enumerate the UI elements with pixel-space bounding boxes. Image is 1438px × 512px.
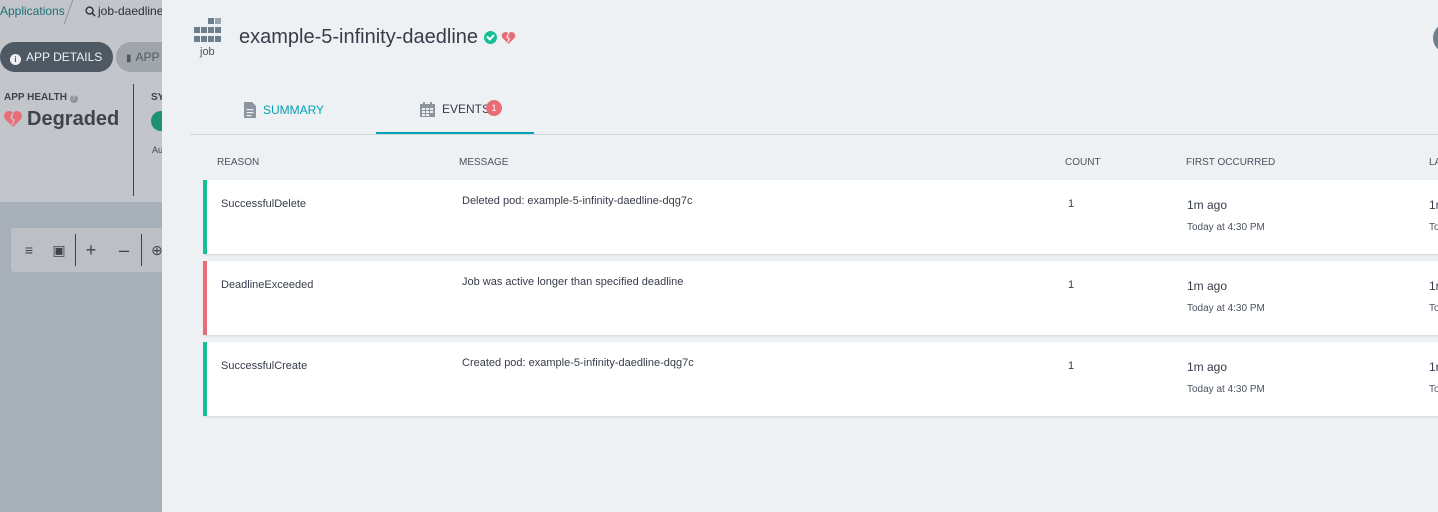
event-first-occurred: 1m ago — [1187, 360, 1228, 374]
job-icon — [194, 18, 221, 42]
event-first-occurred-time: Today at 4:30 PM — [1187, 303, 1265, 314]
event-row[interactable]: SuccessfulDelete Deleted pod: example-5-… — [203, 180, 1438, 254]
help-icon[interactable]: ? — [69, 95, 78, 103]
search-icon — [85, 6, 96, 17]
breadcrumb: Applications job-daedline — [0, 0, 162, 24]
event-reason: SuccessfulCreate — [221, 360, 308, 372]
tab-summary[interactable]: SUMMARY — [190, 86, 378, 133]
app-details-label: APP DETAILS — [26, 50, 103, 64]
file-icon: ▮ — [126, 53, 132, 64]
event-count: 1 — [1068, 360, 1075, 372]
column-header-reason: REASON — [217, 157, 260, 168]
toolbar-separator — [75, 234, 76, 266]
event-count: 1 — [1068, 198, 1075, 210]
zoom-in-icon[interactable]: + — [81, 240, 101, 260]
column-header-message: MESSAGE — [459, 157, 509, 168]
event-last-occurred-time: To — [1429, 303, 1438, 314]
event-first-occurred: 1m ago — [1187, 198, 1228, 212]
divider — [133, 84, 134, 196]
tab-events[interactable]: EVENTS 1 — [376, 86, 534, 134]
image-icon[interactable]: ▣ — [49, 240, 69, 260]
app-health-value: Degraded — [3, 108, 119, 131]
event-count: 1 — [1068, 279, 1075, 291]
breadcrumb-search-text: job-daedline — [98, 4, 162, 18]
check-circle-icon — [484, 31, 498, 44]
column-header-last-occurred: LA — [1429, 157, 1438, 168]
events-table-header: REASON MESSAGE COUNT FIRST OCCURRED LA — [162, 157, 1438, 171]
resource-title: example-5-infinity-daedline — [239, 26, 516, 49]
file-icon — [243, 101, 256, 118]
sync-status-label: SY — [151, 92, 162, 103]
app-diff-button[interactable]: ▮ APP — [116, 42, 162, 72]
event-first-occurred-time: Today at 4:30 PM — [1187, 222, 1265, 233]
broken-heart-icon — [501, 31, 516, 44]
sync-status-sub: Au — [152, 145, 162, 155]
event-reason: DeadlineExceeded — [221, 279, 314, 291]
column-header-first-occurred: FIRST OCCURRED — [1186, 157, 1276, 168]
toolbar-separator — [141, 234, 142, 266]
event-message: Created pod: example-5-infinity-daedline… — [462, 357, 694, 369]
calendar-icon — [419, 101, 435, 117]
event-reason: SuccessfulDelete — [221, 198, 306, 210]
event-message: Deleted pod: example-5-infinity-daedline… — [462, 195, 693, 207]
close-icon[interactable] — [1433, 23, 1438, 53]
tab-events-label: EVENTS — [441, 102, 490, 116]
zoom-out-icon[interactable]: – — [114, 240, 134, 260]
event-last-occurred-time: To — [1429, 384, 1438, 395]
event-last-occurred: 1r — [1429, 360, 1438, 374]
tab-bar: SUMMARY EVENTS 1 — [190, 86, 1438, 135]
breadcrumb-separator — [63, 0, 74, 24]
broken-heart-icon — [4, 111, 22, 127]
resource-kind-label: job — [200, 46, 215, 58]
event-row[interactable]: SuccessfulCreate Created pod: example-5-… — [203, 342, 1438, 416]
event-first-occurred: 1m ago — [1187, 279, 1228, 293]
event-last-occurred: 1r — [1429, 279, 1438, 293]
resource-name: example-5-infinity-daedline — [239, 26, 479, 48]
event-first-occurred-time: Today at 4:30 PM — [1187, 384, 1265, 395]
align-left-icon[interactable]: ≡ — [19, 240, 39, 260]
events-count-badge: 1 — [486, 100, 502, 116]
event-row[interactable]: DeadlineExceeded Job was active longer t… — [203, 261, 1438, 335]
app-details-button[interactable]: i APP DETAILS — [0, 42, 113, 72]
info-icon: i — [10, 54, 21, 65]
background-app-view: Applications job-daedline i APP DETAILS ▮… — [0, 0, 162, 512]
tab-summary-label: SUMMARY — [262, 102, 325, 117]
breadcrumb-search[interactable]: job-daedline — [85, 4, 162, 18]
event-message: Job was active longer than specified dea… — [462, 276, 684, 288]
column-header-count: COUNT — [1065, 157, 1101, 168]
app-diff-label: APP — [135, 50, 160, 64]
graph-toolbar: ≡ ▣ + – ⊕ — [11, 228, 162, 272]
breadcrumb-applications-link[interactable]: Applications — [0, 4, 65, 18]
app-health-label: APP HEALTH ? — [4, 92, 78, 103]
zoom-reset-icon[interactable]: ⊕ — [147, 240, 162, 260]
event-last-occurred-time: To — [1429, 222, 1438, 233]
event-last-occurred: 1r — [1429, 198, 1438, 212]
resource-details-panel: job example-5-infinity-daedline SUMMARY … — [162, 0, 1438, 512]
